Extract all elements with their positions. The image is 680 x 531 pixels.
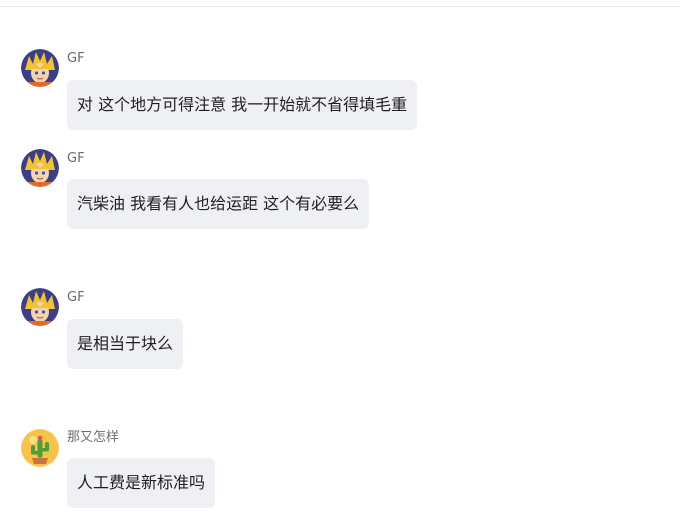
anime-character-avatar-icon[interactable] [21, 149, 59, 187]
cactus-avatar-icon[interactable] [21, 429, 59, 467]
top-divider [0, 6, 680, 7]
anime-character-avatar-icon[interactable] [21, 288, 59, 326]
message-bubble: 人工费是新标准吗 [67, 458, 216, 508]
sender-name: GF [67, 290, 85, 305]
message-bubble: 汽柴油 我看有人也给运距 这个有必要么 [67, 179, 370, 229]
sender-name: GF [67, 151, 85, 166]
sender-name: 那又怎样 [67, 430, 120, 445]
sender-name: GF [67, 51, 85, 66]
anime-character-avatar-icon[interactable] [21, 49, 59, 87]
message-bubble: 对 这个地方可得注意 我一开始就不省得填毛重 [67, 80, 418, 130]
message-bubble: 是相当于块么 [67, 319, 184, 369]
